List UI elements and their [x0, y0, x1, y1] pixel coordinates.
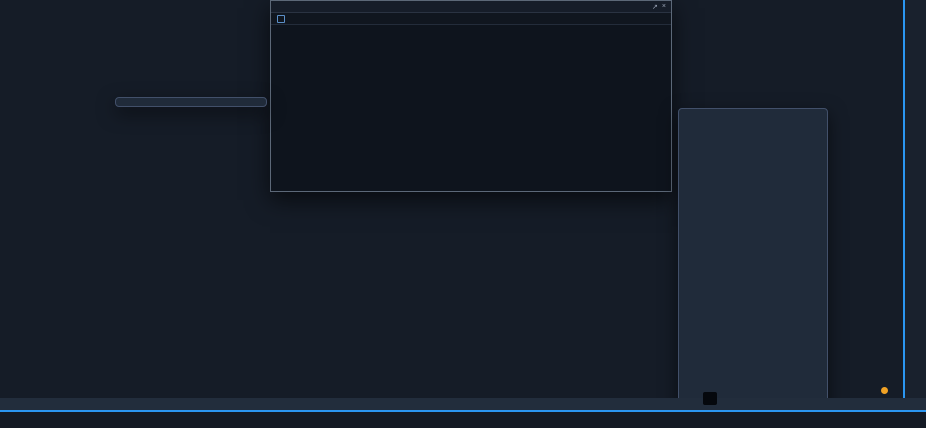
popup-open-external-icon[interactable]: ↗	[652, 3, 658, 11]
save-tooltip	[703, 392, 717, 405]
popup-title-bar: ↗ ×	[271, 1, 671, 13]
chart-context-menu	[115, 97, 267, 107]
popup-close-icon[interactable]: ×	[662, 3, 666, 10]
snapshot-mini-chart	[271, 25, 667, 181]
trading-app: ↗ ×	[0, 0, 926, 428]
chart-snapshot-popup: ↗ ×	[270, 0, 672, 192]
popup-tab-bar	[271, 13, 671, 25]
notification-dot	[881, 387, 888, 394]
timeframe-bar	[0, 398, 926, 410]
bottom-toolbar	[0, 412, 926, 428]
right-sidebar-tabs	[903, 0, 926, 398]
layout-menu	[678, 108, 828, 420]
popup-tab-icon	[277, 15, 285, 23]
